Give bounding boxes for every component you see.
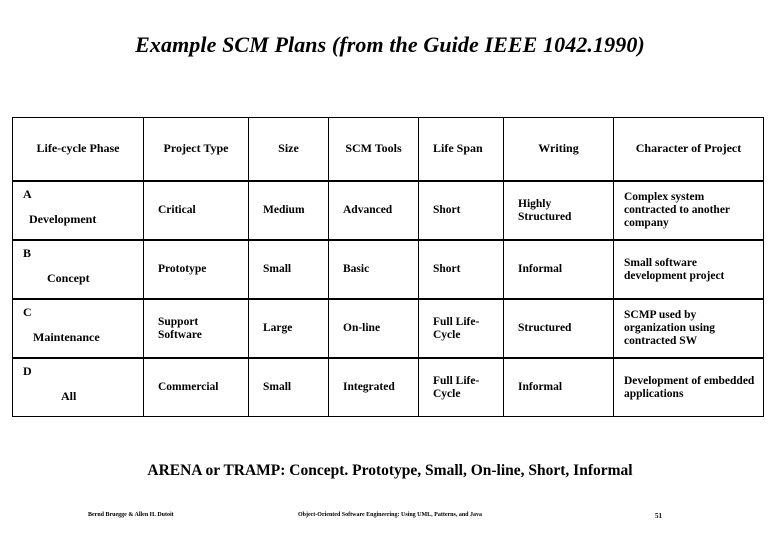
cell-life-span: Short (418, 239, 504, 300)
phase-letter: B (23, 246, 32, 260)
column-header-scm-tools: SCM Tools (328, 117, 419, 182)
cell-scm-tools: Integrated (328, 357, 419, 417)
scm-plans-table: Life-cycle Phase Project Type Size SCM T… (12, 117, 764, 417)
cell-writing: Structured (503, 298, 614, 359)
cell-size: Medium (248, 180, 329, 241)
cell-size: Large (248, 298, 329, 359)
cell-writing: Informal (503, 239, 614, 300)
cell-project-type: Critical (143, 180, 249, 241)
column-header-life-span: Life Span (418, 117, 504, 182)
column-header-life-cycle-phase: Life-cycle Phase (12, 117, 144, 182)
cell-scm-tools: Advanced (328, 180, 419, 241)
cell-size: Small (248, 239, 329, 300)
page-title: Example SCM Plans (from the Guide IEEE 1… (135, 32, 645, 57)
phase-letter: A (23, 187, 32, 201)
cell-writing-text: Structured (518, 322, 572, 335)
cell-scm-tools: On-line (328, 298, 419, 359)
cell-project-type: Support Software (143, 298, 249, 359)
column-header-writing: Writing (503, 117, 614, 182)
cell-writing-text: Highly Structured (518, 197, 572, 223)
summary-caption: ARENA or TRAMP: Concept. Prototype, Smal… (147, 462, 633, 479)
cell-life-cycle-phase: C Maintenance (12, 298, 144, 359)
footer-book-title: Object-Oriented Software Engineering: Us… (297, 512, 483, 518)
cell-life-cycle-phase: D All (12, 357, 144, 417)
cell-size: Small (248, 357, 329, 417)
phase-name: Development (29, 211, 97, 226)
cell-life-cycle-phase: A Development (12, 180, 144, 241)
cell-life-cycle-phase: B Concept (12, 239, 144, 300)
slide-footer: Bernd Bruegge & Allen H. Dutoit Object-O… (0, 512, 780, 526)
column-header-project-type: Project Type (143, 117, 249, 182)
phase-name: Concept (47, 270, 90, 285)
column-header-size: Size (248, 117, 329, 182)
cell-character: SCMP used by organization using contract… (613, 298, 764, 359)
cell-project-type: Prototype (143, 239, 249, 300)
cell-character: Development of embedded applications (613, 357, 764, 417)
cell-life-span: Full Life-Cycle (418, 298, 504, 359)
table-row: A Development Critical Medium Advanced S… (12, 180, 764, 241)
cell-life-span: Short (418, 180, 504, 241)
cell-writing: Informal (503, 357, 614, 417)
cell-scm-tools: Basic (328, 239, 419, 300)
phase-name: Maintenance (33, 329, 100, 344)
phase-name: All (61, 388, 77, 403)
cell-character: Small software development project (613, 239, 764, 300)
cell-writing-text: Informal (518, 381, 563, 394)
cell-project-type: Commercial (143, 357, 249, 417)
table-row: C Maintenance Support Software Large On-… (12, 298, 764, 359)
phase-letter: C (23, 305, 32, 319)
cell-character: Complex system contracted to another com… (613, 180, 764, 241)
table-row: B Concept Prototype Small Basic Short In… (12, 239, 764, 300)
table-header-row: Life-cycle Phase Project Type Size SCM T… (12, 117, 764, 182)
cell-writing: Highly Structured (503, 180, 614, 241)
cell-writing-text: Informal (518, 263, 563, 276)
cell-life-span: Full Life-Cycle (418, 357, 504, 417)
phase-letter: D (23, 364, 32, 378)
column-header-character-of-project: Character of Project (613, 117, 764, 182)
table-row: D All Commercial Small Integrated Full L… (12, 357, 764, 417)
footer-page-number: 51 (655, 512, 662, 520)
